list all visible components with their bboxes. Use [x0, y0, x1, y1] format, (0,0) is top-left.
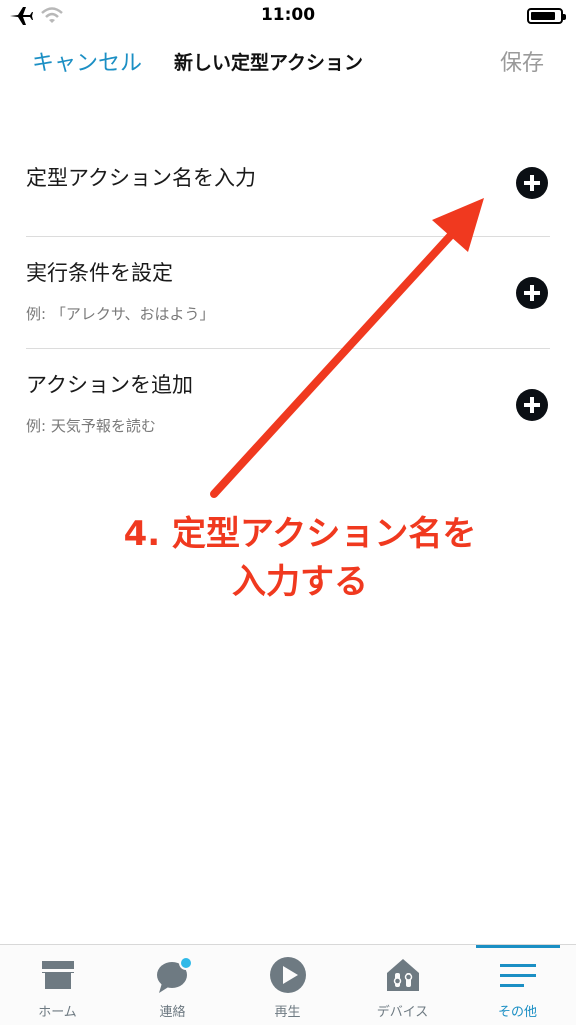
annotation-line-1: 4. 定型アクション名を [123, 514, 477, 554]
tab-devices[interactable]: デバイス [345, 945, 460, 1025]
home-icon [38, 955, 78, 995]
tab-contacts[interactable]: 連絡 [115, 945, 230, 1025]
annotation-line-2: 入力する [232, 562, 368, 602]
tab-devices-label: デバイス [376, 1005, 429, 1020]
tab-more[interactable]: その他 [460, 945, 575, 1025]
tab-contacts-label: 連絡 [159, 1005, 186, 1020]
tab-play[interactable]: 再生 [230, 945, 345, 1025]
menu-icon [498, 955, 538, 995]
tab-play-label: 再生 [274, 1005, 301, 1020]
annotation-text: 4. 定型アクション名を 入力する [100, 510, 500, 606]
play-icon [268, 955, 308, 995]
active-tab-indicator [476, 945, 560, 948]
devices-icon [383, 955, 423, 995]
tab-home-label: ホーム [38, 1005, 77, 1020]
tab-more-label: その他 [497, 1005, 537, 1020]
chat-bubble-icon [153, 955, 193, 995]
tab-bar: ホーム 連絡 再生 デバイス その他 [0, 944, 576, 1025]
tab-home[interactable]: ホーム [0, 945, 115, 1025]
